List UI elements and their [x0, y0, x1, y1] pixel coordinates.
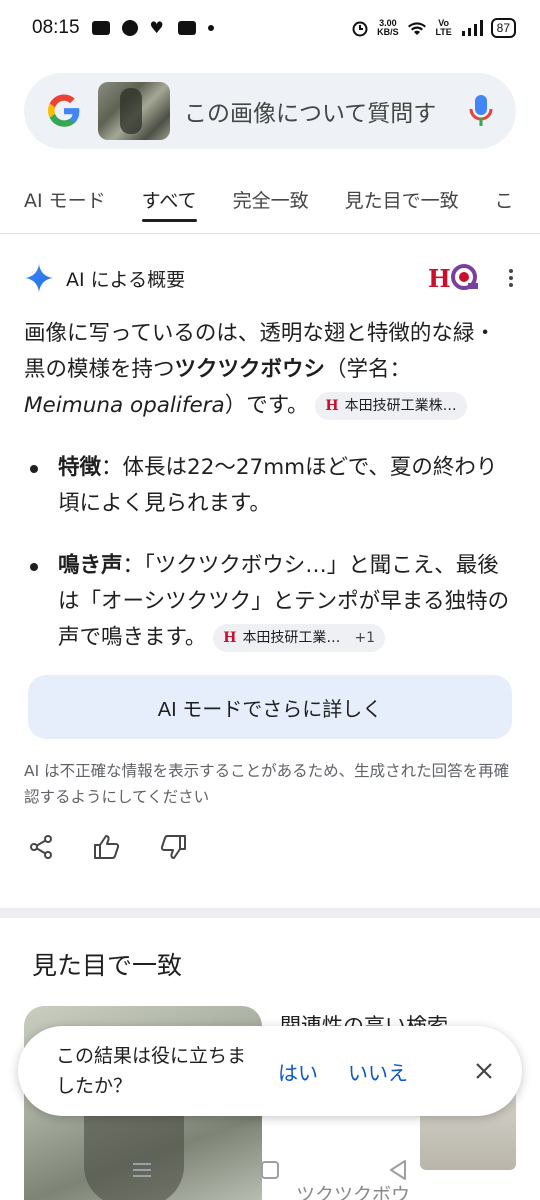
mic-icon[interactable]	[466, 91, 496, 131]
honda-h-icon: H	[223, 630, 237, 646]
tab-visual-match[interactable]: 見た目で一致	[345, 176, 459, 222]
search-image-thumbnail[interactable]	[98, 82, 170, 140]
app-notification-icon	[121, 20, 138, 36]
ai-disclaimer: AI は不正確な情報を表示することがあるため、生成された回答を再確認するようにし…	[24, 762, 510, 806]
wifi-icon	[407, 22, 426, 35]
heart-icon: ♥	[149, 18, 164, 37]
bullet-label: 特徴	[58, 455, 102, 480]
close-icon[interactable]	[472, 1059, 496, 1083]
svg-text:H: H	[428, 264, 451, 293]
feedback-yes-button[interactable]: はい	[278, 1057, 318, 1086]
back-icon[interactable]	[384, 1156, 412, 1184]
more-options-icon[interactable]	[506, 269, 516, 287]
section-divider	[0, 908, 540, 918]
share-icon[interactable]	[26, 832, 56, 862]
tab-more[interactable]: こ	[495, 176, 514, 222]
youtube-icon	[91, 21, 110, 35]
feedback-prompt: この結果は役に立ちましたか？ はい いいえ	[18, 1026, 522, 1116]
visual-match-title: 見た目で一致	[32, 951, 183, 980]
bullet-dot	[24, 548, 58, 656]
status-time: 08:15	[32, 17, 80, 38]
home-icon[interactable]	[256, 1156, 284, 1184]
ai-summary-scientific-name: Meimuna opalifera	[24, 393, 225, 418]
search-tabs: AI モード すべて 完全一致 見た目で一致 こ	[0, 176, 540, 226]
bullet-text: ：体長は22〜27mmほどで、夏の終わり頃によく見られます。	[58, 455, 498, 516]
google-logo-icon[interactable]	[44, 91, 84, 131]
wallet-icon	[177, 21, 196, 35]
source-chip-label: 本田技研工業株…	[344, 398, 457, 414]
bullet-label: 鳴き声	[58, 553, 123, 578]
alarm-icon	[352, 21, 368, 37]
network-speed: 3.00 KB/S	[377, 19, 399, 37]
tab-ai-mode[interactable]: AI モード	[24, 176, 106, 222]
bullet-dot	[24, 450, 58, 522]
status-bar: 08:15 ♥ 3.00 KB/S Vo LTE 87	[0, 0, 540, 56]
honda-h-icon: H	[325, 398, 339, 414]
ai-summary-species: ツクツクボウシ	[174, 357, 326, 382]
source-count: +1	[354, 630, 376, 646]
tabs-divider	[0, 233, 540, 234]
battery-indicator: 87	[490, 18, 516, 38]
tab-exact-match[interactable]: 完全一致	[233, 176, 309, 222]
ai-overview-header: AI による概要 H	[24, 258, 516, 298]
ai-bullet-list: 特徴：体長は22〜27mmほどで、夏の終わり頃によく見られます。 鳴き声：「ツク…	[24, 450, 516, 682]
source-chip-label: 本田技研工業…	[242, 630, 341, 646]
ai-overview-title: AI による概要	[66, 268, 186, 291]
feedback-question: この結果は役に立ちましたか？	[56, 1045, 247, 1097]
search-input[interactable]: この画像について質問す	[184, 94, 446, 128]
ai-sparkle-icon	[25, 264, 53, 292]
search-bar[interactable]: この画像について質問す	[24, 73, 516, 149]
recents-menu-icon[interactable]	[128, 1156, 156, 1184]
tab-all[interactable]: すべて	[141, 176, 197, 222]
thumbs-up-icon[interactable]	[92, 832, 122, 862]
signal-icon	[461, 20, 483, 36]
ai-overview-text: 画像に写っているのは、透明な翅と特徴的な緑・黒の模様を持つツクツクボウシ（学名：…	[24, 316, 516, 424]
ai-mode-more-button[interactable]: AI モードでさらに詳しく	[28, 675, 512, 739]
ai-summary-mid: （学名：	[325, 357, 412, 382]
honda-source-logo-icon[interactable]: H	[428, 261, 482, 295]
source-chip[interactable]: H 本田技研工業株…	[315, 392, 467, 420]
list-item: 鳴き声：「ツクツクボウシ…」と聞こえ、最後は「オーシツクツク」とテンポが早まる独…	[24, 548, 516, 656]
feedback-actions	[26, 832, 188, 862]
thumbs-down-icon[interactable]	[158, 832, 188, 862]
feedback-no-button[interactable]: いいえ	[348, 1057, 408, 1086]
source-chip[interactable]: H 本田技研工業… +1	[213, 624, 386, 652]
more-notifications-dot	[207, 25, 214, 31]
list-item: 特徴：体長は22〜27mmほどで、夏の終わり頃によく見られます。	[24, 450, 516, 522]
network-speed-unit: KB/S	[377, 27, 399, 37]
ai-summary-end: ）です。	[224, 393, 309, 418]
system-nav-bar	[0, 1140, 540, 1200]
volte-indicator: Vo LTE	[435, 18, 452, 37]
